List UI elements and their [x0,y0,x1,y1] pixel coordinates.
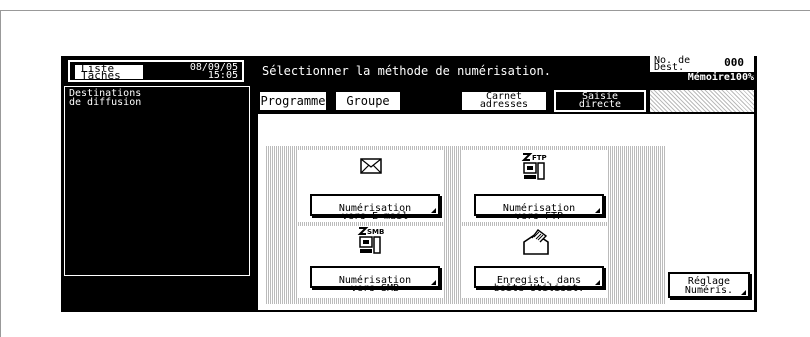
email-cell: Numérisation vers E-mail [298,150,444,222]
scan-to-smb-button[interactable]: Numérisation vers SMB [310,266,440,294]
scan-to-smb-label: Numérisation vers SMB [338,275,412,294]
save-to-user-box-button[interactable]: Enregist. dans boîte Utilisat. [474,266,604,294]
tab-saisie-directe[interactable]: Saisie directe [554,90,646,112]
scan-to-ftp-label: Numérisation vers FTP [502,203,576,222]
envelope-icon [360,158,382,174]
ftp-cell: FTP Numérisation vers FTP [462,150,608,222]
time: 15:05 [207,70,238,81]
save-to-user-box-label: Enregist. dans boîte Utilisat. [493,275,585,294]
content-panel: Numérisation vers E-mail FTP Numérisatio… [258,114,754,310]
smb-computer-icon: SMB [357,227,384,254]
tab-bar-pattern [650,90,754,112]
memory-status: Mémoire100% [687,72,754,83]
scan-to-ftp-button[interactable]: Numérisation vers FTP [474,194,604,222]
destinations-panel: Destinations de diffusion [64,86,250,276]
ftp-icon-text: FTP [532,154,547,162]
smb-icon-text: SMB [367,228,384,236]
dest-count: 000 [724,56,744,69]
destinations-title: Destinations de diffusion [69,88,142,108]
scan-settings-button[interactable]: Réglage Numéris. [668,272,750,298]
tab-carnet-adresses[interactable]: Carnet adresses [460,90,548,112]
ftp-computer-icon: FTP [521,153,547,180]
scan-settings-label: Réglage Numéris. [684,276,734,296]
left-status-area [64,282,250,308]
tab-programme[interactable]: Programme [258,90,328,112]
tab-groupe[interactable]: Groupe [334,90,402,112]
user-box-icon [523,229,549,255]
destination-counter: No. de Dest. 000 [650,56,754,73]
device-frame-left [0,10,1,337]
smb-cell: SMB Numérisation vers SMB [298,226,444,298]
tab-bar: Programme Groupe Carnet adresses Saisie … [258,88,756,114]
task-list-label: Liste Tâches [74,63,144,81]
scan-method-grid: Numérisation vers E-mail FTP Numérisatio… [266,146,666,304]
task-list-button[interactable]: Liste Tâches 08/09/05 15:05 [68,60,244,82]
device-frame-top [0,10,810,11]
instruction-text: Sélectionner la méthode de numérisation. [262,64,551,78]
scan-to-email-label: Numérisation vers E-mail [338,203,412,222]
date-time: 08/09/05 15:05 [190,63,238,81]
scan-to-email-button[interactable]: Numérisation vers E-mail [310,194,440,222]
box-cell: Enregist. dans boîte Utilisat. [462,226,608,298]
